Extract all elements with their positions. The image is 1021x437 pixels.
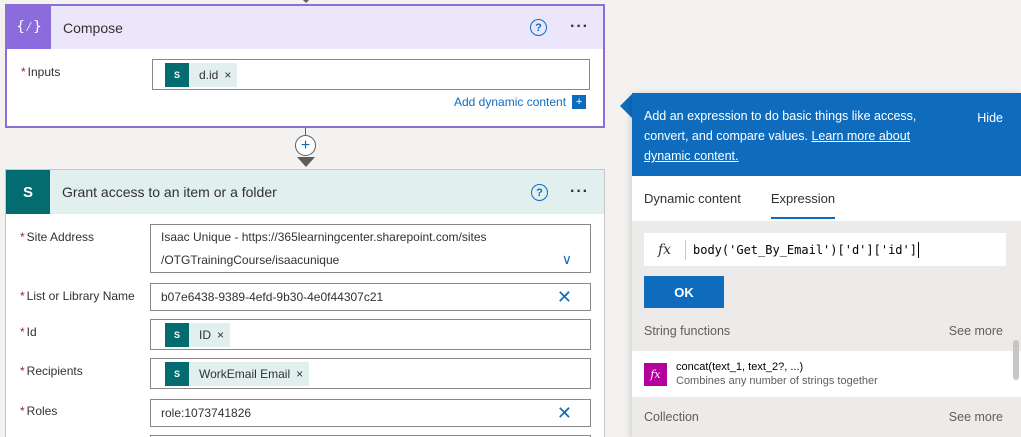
remove-token-icon[interactable]: × (222, 68, 237, 82)
function-details: concat(text_1, text_2?, ...) Combines an… (676, 361, 878, 387)
fx-icon: fx (644, 239, 686, 260)
dynamic-content-panel[interactable]: Add an expression to do basic things lik… (632, 93, 1021, 437)
ok-button[interactable]: OK (644, 276, 724, 308)
help-icon[interactable]: ? (531, 184, 548, 201)
inputs-label-text: Inputs (27, 65, 61, 79)
roles-label-text: Roles (26, 404, 58, 418)
add-dynamic-content-link[interactable]: Add dynamic content + (454, 95, 587, 109)
sharepoint-icon: S (165, 361, 189, 386)
remove-token-icon[interactable]: × (294, 367, 309, 381)
token-label: ID (199, 327, 211, 342)
required-mark: * (20, 230, 25, 244)
id-label-text: Id (26, 325, 37, 339)
list-name-value: b07e6438-9389-4efd-9b30-4e0f44307c21 (161, 290, 384, 304)
required-mark: * (21, 65, 26, 79)
more-options-icon[interactable]: ··· (570, 18, 589, 36)
id-label: * Id (20, 325, 37, 339)
clear-icon[interactable]: ✕ (557, 403, 572, 424)
required-mark: * (20, 404, 25, 418)
roles-label: * Roles (20, 404, 57, 418)
roles-value: role:1073741826 (161, 406, 252, 420)
connector-arrow-down (297, 157, 315, 167)
list-name-field[interactable]: b07e6438-9389-4efd-9b30-4e0f44307c21 ✕ (150, 283, 591, 311)
site-address-line2: /OTGTrainingCourse/isaacunique (161, 252, 340, 267)
inputs-field[interactable]: S d.id × (152, 59, 590, 90)
required-mark: * (20, 325, 25, 339)
function-description: Combines any number of strings together (676, 375, 878, 387)
add-icon: + (572, 95, 587, 109)
compose-title: Compose (63, 19, 123, 36)
dynamic-token[interactable]: S d.id × (165, 62, 238, 87)
sharepoint-icon: S (6, 170, 50, 214)
dynamic-token[interactable]: S WorkEmail Email × (165, 361, 310, 386)
grant-access-title: Grant access to an item or a folder (62, 184, 277, 200)
section-title: String functions (644, 324, 731, 338)
recipients-field[interactable]: S WorkEmail Email × (150, 358, 591, 389)
token-label: d.id (199, 67, 219, 82)
section-title: Collection (644, 410, 699, 424)
list-name-label-text: List or Library Name (26, 289, 135, 303)
recipients-label-text: Recipients (26, 364, 83, 378)
connector-arrow-top (299, 0, 313, 3)
site-address-dropdown[interactable]: Isaac Unique - https://365learningcenter… (150, 224, 591, 273)
panel-info-banner: Add an expression to do basic things lik… (632, 93, 1021, 176)
function-icon: fx (644, 362, 667, 386)
compose-header[interactable]: {⁄} Compose ? ··· (7, 6, 603, 49)
insert-step-plus-icon[interactable]: + (295, 135, 316, 156)
text-caret (917, 241, 919, 258)
required-mark: * (20, 364, 25, 378)
tab-dynamic-content[interactable]: Dynamic content (644, 176, 741, 221)
section-string-functions: String functions See more (632, 311, 1021, 351)
help-icon[interactable]: ? (530, 19, 547, 36)
panel-pointer (620, 94, 632, 118)
panel-tabs: Dynamic content Expression (632, 176, 1021, 221)
expression-input[interactable]: fx body('Get_By_Email')['d']['id'] (644, 233, 1006, 266)
sharepoint-icon: S (165, 62, 189, 87)
compose-icon: {⁄} (7, 6, 51, 49)
function-item[interactable]: fx concat(text_1, text_2?, ...) Combines… (632, 351, 1021, 397)
sharepoint-icon: S (165, 322, 189, 347)
grant-access-card[interactable]: S Grant access to an item or a folder ? … (5, 169, 605, 437)
site-address-label: * Site Address (20, 230, 94, 244)
see-more-link[interactable]: See more (949, 410, 1003, 424)
site-address-label-text: Site Address (26, 230, 95, 244)
roles-field[interactable]: role:1073741826 ✕ (150, 399, 591, 427)
tab-expression[interactable]: Expression (770, 176, 836, 221)
function-name: concat(text_1, text_2?, ...) (676, 361, 804, 373)
see-more-link[interactable]: See more (949, 324, 1003, 338)
more-options-icon[interactable]: ··· (570, 183, 589, 201)
inputs-label: * Inputs (21, 65, 60, 79)
dynamic-token[interactable]: S ID × (165, 322, 231, 347)
hide-button[interactable]: Hide (977, 108, 1003, 128)
expression-area: fx body('Get_By_Email')['d']['id'] OK (632, 221, 1021, 311)
compose-card[interactable]: {⁄} Compose ? ··· * Inputs S d.id × Add d… (5, 4, 605, 128)
remove-token-icon[interactable]: × (215, 328, 230, 342)
required-mark: * (20, 289, 25, 303)
list-name-label: * List or Library Name (20, 289, 135, 303)
expression-text[interactable]: body('Get_By_Email')['d']['id'] (686, 243, 917, 257)
clear-icon[interactable]: ✕ (557, 287, 572, 308)
chevron-down-icon[interactable]: ∨ (562, 251, 572, 268)
section-collection: Collection See more (632, 397, 1021, 437)
site-address-line1: Isaac Unique - https://365learningcenter… (161, 229, 487, 244)
grant-access-header[interactable]: S Grant access to an item or a folder ? … (6, 170, 604, 214)
panel-scrollbar[interactable] (1013, 340, 1019, 380)
id-field[interactable]: S ID × (150, 319, 591, 350)
token-label: WorkEmail Email (199, 366, 291, 381)
add-dynamic-label: Add dynamic content (454, 95, 567, 109)
recipients-label: * Recipients (20, 364, 83, 378)
